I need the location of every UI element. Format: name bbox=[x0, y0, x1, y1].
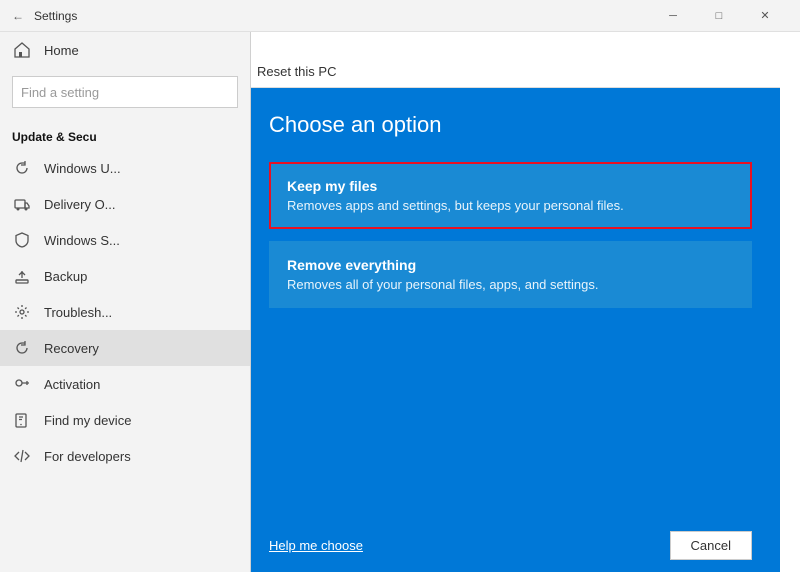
backup-icon bbox=[12, 266, 32, 286]
window-controls: ─ □ ✕ bbox=[650, 0, 788, 32]
maximize-button[interactable]: □ bbox=[696, 0, 742, 32]
sidebar-item-windows-update[interactable]: Windows U... bbox=[0, 150, 250, 186]
option-remove-everything[interactable]: Remove everything Removes all of your pe… bbox=[269, 241, 752, 308]
option-keep-files-title: Keep my files bbox=[287, 178, 734, 194]
option-remove-title: Remove everything bbox=[287, 257, 734, 273]
sidebar-recovery-label: Recovery bbox=[44, 341, 99, 356]
recovery-icon bbox=[12, 338, 32, 358]
sidebar-item-delivery[interactable]: Delivery O... bbox=[0, 186, 250, 222]
main-content: Recovery Reset this PC Choose an option … bbox=[251, 32, 800, 572]
sidebar-home-label: Home bbox=[44, 43, 79, 58]
sidebar-backup-label: Backup bbox=[44, 269, 87, 284]
window-title: Settings bbox=[34, 9, 650, 23]
sidebar-item-recovery[interactable]: Recovery bbox=[0, 330, 250, 366]
cancel-button[interactable]: Cancel bbox=[670, 531, 752, 560]
delivery-icon bbox=[12, 194, 32, 214]
sidebar-section-header: Update & Secu bbox=[0, 116, 250, 150]
reset-dialog: Reset this PC Choose an option Keep my f… bbox=[251, 56, 780, 572]
option-remove-desc: Removes all of your personal files, apps… bbox=[287, 277, 734, 292]
dialog-body: Choose an option Keep my files Removes a… bbox=[251, 88, 780, 344]
sidebar-item-find-device[interactable]: Find my device bbox=[0, 402, 250, 438]
sidebar-activation-label: Activation bbox=[44, 377, 100, 392]
find-icon bbox=[12, 410, 32, 430]
refresh-icon bbox=[12, 158, 32, 178]
option-keep-files[interactable]: Keep my files Removes apps and settings,… bbox=[269, 162, 752, 229]
key-icon bbox=[12, 374, 32, 394]
help-link[interactable]: Help me choose bbox=[269, 538, 363, 553]
sidebar-item-windows-security[interactable]: Windows S... bbox=[0, 222, 250, 258]
sidebar: Home Find a setting Update & Secu Window… bbox=[0, 32, 250, 572]
tools-icon bbox=[12, 302, 32, 322]
app-layout: Home Find a setting Update & Secu Window… bbox=[0, 32, 800, 572]
shield-icon bbox=[12, 230, 32, 250]
close-button[interactable]: ✕ bbox=[742, 0, 788, 32]
sidebar-item-backup[interactable]: Backup bbox=[0, 258, 250, 294]
dialog-footer: Help me choose Cancel bbox=[251, 519, 780, 572]
sidebar-item-activation[interactable]: Activation bbox=[0, 366, 250, 402]
sidebar-search[interactable]: Find a setting bbox=[12, 76, 238, 108]
sidebar-developers-label: For developers bbox=[44, 449, 131, 464]
home-icon bbox=[12, 40, 32, 60]
dialog-title: Choose an option bbox=[269, 112, 752, 138]
sidebar-security-label: Windows S... bbox=[44, 233, 120, 248]
dialog-tab-header: Reset this PC bbox=[251, 56, 780, 88]
sidebar-delivery-label: Delivery O... bbox=[44, 197, 116, 212]
sidebar-item-troubleshoot[interactable]: Troublesh... bbox=[0, 294, 250, 330]
sidebar-windows-update-label: Windows U... bbox=[44, 161, 121, 176]
sidebar-troubleshoot-label: Troublesh... bbox=[44, 305, 112, 320]
sidebar-find-device-label: Find my device bbox=[44, 413, 131, 428]
sidebar-item-developers[interactable]: For developers bbox=[0, 438, 250, 474]
back-button[interactable]: ← bbox=[12, 9, 24, 23]
option-keep-files-desc: Removes apps and settings, but keeps you… bbox=[287, 198, 734, 213]
dev-icon bbox=[12, 446, 32, 466]
title-bar: ← Settings ─ □ ✕ bbox=[0, 0, 800, 32]
sidebar-item-home[interactable]: Home bbox=[0, 32, 250, 68]
minimize-button[interactable]: ─ bbox=[650, 0, 696, 32]
search-placeholder: Find a setting bbox=[21, 85, 99, 100]
dialog-tab-label: Reset this PC bbox=[257, 64, 336, 79]
